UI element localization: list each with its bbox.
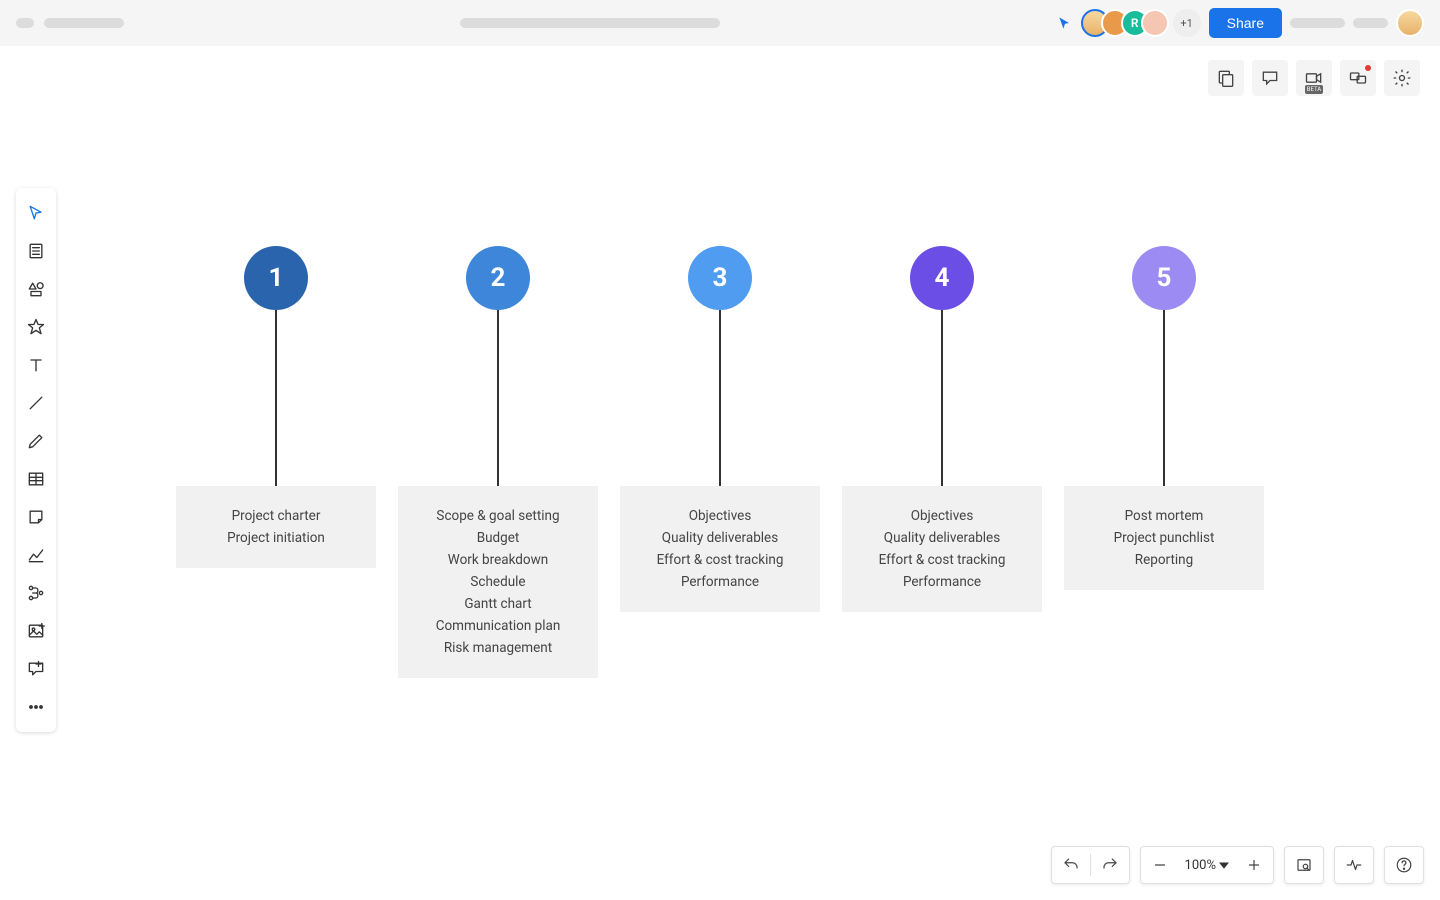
zoom-value: 100% bbox=[1185, 858, 1216, 873]
bottom-bar: 100% bbox=[1051, 846, 1424, 884]
phase-item: Project punchlist bbox=[1114, 530, 1215, 546]
phase-item: Scope & goal setting bbox=[436, 508, 559, 524]
user-avatar[interactable] bbox=[1396, 9, 1424, 37]
phase-item: Gantt chart bbox=[464, 596, 531, 612]
menu-placeholder[interactable] bbox=[16, 18, 34, 28]
minimap-button[interactable] bbox=[1285, 847, 1323, 883]
connector-line bbox=[275, 310, 277, 486]
zoom-in-button[interactable] bbox=[1235, 847, 1273, 883]
diagram: 1 Project charter Project initiation 2 S… bbox=[176, 246, 1264, 678]
phase-item: Reporting bbox=[1135, 552, 1193, 568]
phase-circle[interactable]: 1 bbox=[244, 246, 308, 310]
activity-button[interactable] bbox=[1335, 847, 1373, 883]
phase-item: Effort & cost tracking bbox=[879, 552, 1006, 568]
diagram-column[interactable]: 4 Objectives Quality deliverables Effort… bbox=[842, 246, 1042, 678]
phase-item: Quality deliverables bbox=[884, 530, 1000, 546]
header-placeholder[interactable] bbox=[1290, 18, 1345, 28]
diagram-column[interactable]: 5 Post mortem Project punchlist Reportin… bbox=[1064, 246, 1264, 678]
zoom-level[interactable]: 100% bbox=[1179, 858, 1235, 873]
share-button[interactable]: Share bbox=[1209, 8, 1282, 38]
diagram-column[interactable]: 3 Objectives Quality deliverables Effort… bbox=[620, 246, 820, 678]
connector-line bbox=[941, 310, 943, 486]
phase-item: Project charter bbox=[232, 508, 321, 524]
phase-item: Risk management bbox=[444, 640, 552, 656]
phase-item: Communication plan bbox=[436, 618, 561, 634]
phase-circle[interactable]: 3 bbox=[688, 246, 752, 310]
breadcrumb-placeholder[interactable] bbox=[460, 18, 720, 28]
phase-item: Performance bbox=[681, 574, 759, 590]
phase-item: Effort & cost tracking bbox=[657, 552, 784, 568]
header-placeholder[interactable] bbox=[1353, 18, 1388, 28]
collaborator-avatars[interactable]: R +1 bbox=[1081, 9, 1201, 37]
phase-circle[interactable]: 4 bbox=[910, 246, 974, 310]
zoom-out-button[interactable] bbox=[1141, 847, 1179, 883]
phase-item: Quality deliverables bbox=[662, 530, 778, 546]
undo-button[interactable] bbox=[1052, 847, 1090, 883]
redo-button[interactable] bbox=[1091, 847, 1129, 883]
phase-item: Budget bbox=[477, 530, 520, 546]
phase-item: Performance bbox=[903, 574, 981, 590]
phase-item: Post mortem bbox=[1125, 508, 1204, 524]
connector-line bbox=[497, 310, 499, 486]
phase-item: Project initiation bbox=[227, 530, 325, 546]
phase-box[interactable]: Project charter Project initiation bbox=[176, 486, 376, 568]
phase-item: Objectives bbox=[689, 508, 752, 524]
phase-circle[interactable]: 2 bbox=[466, 246, 530, 310]
phase-box[interactable]: Objectives Quality deliverables Effort &… bbox=[842, 486, 1042, 612]
phase-circle[interactable]: 5 bbox=[1132, 246, 1196, 310]
avatar-overflow[interactable]: +1 bbox=[1173, 9, 1201, 37]
phase-box[interactable]: Objectives Quality deliverables Effort &… bbox=[620, 486, 820, 612]
connector-line bbox=[719, 310, 721, 486]
diagram-column[interactable]: 1 Project charter Project initiation bbox=[176, 246, 376, 678]
app-header: R +1 Share bbox=[0, 0, 1440, 46]
diagram-column[interactable]: 2 Scope & goal setting Budget Work break… bbox=[398, 246, 598, 678]
connector-line bbox=[1163, 310, 1165, 486]
phase-item: Objectives bbox=[911, 508, 974, 524]
avatar[interactable] bbox=[1141, 9, 1169, 37]
help-button[interactable] bbox=[1385, 847, 1423, 883]
canvas[interactable]: 1 Project charter Project initiation 2 S… bbox=[0, 46, 1440, 900]
phase-item: Schedule bbox=[470, 574, 525, 590]
title-placeholder[interactable] bbox=[44, 18, 124, 28]
phase-box[interactable]: Post mortem Project punchlist Reporting bbox=[1064, 486, 1264, 590]
phase-box[interactable]: Scope & goal setting Budget Work breakdo… bbox=[398, 486, 598, 678]
live-cursor-icon bbox=[1057, 15, 1073, 31]
phase-item: Work breakdown bbox=[448, 552, 548, 568]
chevron-down-icon bbox=[1219, 860, 1229, 870]
